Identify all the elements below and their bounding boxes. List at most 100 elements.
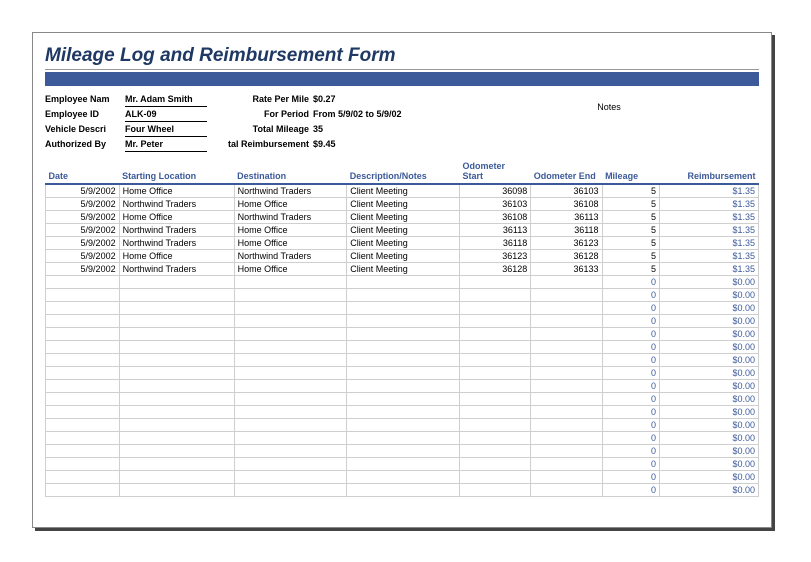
col-header-reimb[interactable]: Reimbursement (660, 158, 759, 184)
cell-date[interactable]: 5/9/2002 (46, 224, 120, 237)
value-employee-id[interactable]: ALK-09 (125, 107, 207, 122)
cell-odometer-start[interactable] (459, 380, 530, 393)
col-header-mileage[interactable]: Mileage (602, 158, 660, 184)
cell-start[interactable] (119, 328, 234, 341)
cell-date[interactable] (46, 302, 120, 315)
cell-date[interactable] (46, 276, 120, 289)
cell-date[interactable]: 5/9/2002 (46, 211, 120, 224)
cell-odometer-start[interactable]: 36103 (459, 198, 530, 211)
col-header-dest[interactable]: Destination (234, 158, 347, 184)
value-vehicle-desc[interactable]: Four Wheel (125, 122, 207, 137)
cell-date[interactable] (46, 445, 120, 458)
cell-odometer-end[interactable] (531, 432, 602, 445)
cell-desc[interactable] (347, 471, 460, 484)
cell-dest[interactable] (234, 276, 347, 289)
cell-start[interactable] (119, 341, 234, 354)
cell-desc[interactable] (347, 328, 460, 341)
cell-desc[interactable] (347, 315, 460, 328)
value-employee-name[interactable]: Mr. Adam Smith (125, 92, 207, 107)
cell-odometer-end[interactable] (531, 354, 602, 367)
cell-dest[interactable] (234, 341, 347, 354)
cell-start[interactable] (119, 471, 234, 484)
cell-start[interactable] (119, 302, 234, 315)
cell-odometer-end[interactable]: 36103 (531, 184, 602, 198)
cell-dest[interactable] (234, 458, 347, 471)
cell-date[interactable]: 5/9/2002 (46, 198, 120, 211)
cell-odometer-end[interactable] (531, 406, 602, 419)
cell-odometer-end[interactable]: 36108 (531, 198, 602, 211)
cell-date[interactable] (46, 341, 120, 354)
cell-start[interactable] (119, 315, 234, 328)
cell-start[interactable]: Home Office (119, 250, 234, 263)
cell-odometer-start[interactable]: 36128 (459, 263, 530, 276)
cell-desc[interactable] (347, 458, 460, 471)
cell-desc[interactable] (347, 354, 460, 367)
cell-date[interactable] (46, 458, 120, 471)
cell-date[interactable] (46, 406, 120, 419)
cell-start[interactable]: Northwind Traders (119, 263, 234, 276)
cell-dest[interactable] (234, 484, 347, 497)
cell-date[interactable] (46, 393, 120, 406)
cell-date[interactable] (46, 432, 120, 445)
cell-dest[interactable]: Northwind Traders (234, 250, 347, 263)
cell-odometer-end[interactable] (531, 315, 602, 328)
cell-odometer-end[interactable] (531, 276, 602, 289)
cell-odometer-start[interactable] (459, 315, 530, 328)
cell-odometer-end[interactable] (531, 484, 602, 497)
cell-start[interactable]: Home Office (119, 211, 234, 224)
cell-odometer-end[interactable]: 36128 (531, 250, 602, 263)
cell-odometer-start[interactable]: 36118 (459, 237, 530, 250)
cell-odometer-start[interactable] (459, 302, 530, 315)
cell-dest[interactable] (234, 302, 347, 315)
cell-dest[interactable]: Northwind Traders (234, 184, 347, 198)
cell-odometer-start[interactable] (459, 471, 530, 484)
cell-odometer-start[interactable] (459, 458, 530, 471)
cell-date[interactable]: 5/9/2002 (46, 250, 120, 263)
cell-desc[interactable] (347, 341, 460, 354)
cell-odometer-start[interactable]: 36123 (459, 250, 530, 263)
cell-start[interactable] (119, 445, 234, 458)
cell-desc[interactable]: Client Meeting (347, 250, 460, 263)
cell-date[interactable] (46, 367, 120, 380)
cell-odometer-end[interactable] (531, 419, 602, 432)
col-header-date[interactable]: Date (46, 158, 120, 184)
cell-start[interactable]: Home Office (119, 184, 234, 198)
cell-date[interactable] (46, 315, 120, 328)
cell-odometer-end[interactable] (531, 341, 602, 354)
cell-desc[interactable] (347, 393, 460, 406)
cell-start[interactable]: Northwind Traders (119, 198, 234, 211)
cell-dest[interactable] (234, 289, 347, 302)
cell-start[interactable] (119, 354, 234, 367)
cell-dest[interactable]: Northwind Traders (234, 211, 347, 224)
cell-desc[interactable] (347, 380, 460, 393)
cell-dest[interactable]: Home Office (234, 237, 347, 250)
cell-desc[interactable]: Client Meeting (347, 198, 460, 211)
cell-start[interactable] (119, 458, 234, 471)
cell-start[interactable] (119, 484, 234, 497)
cell-odometer-end[interactable] (531, 458, 602, 471)
cell-start[interactable] (119, 419, 234, 432)
cell-odometer-end[interactable] (531, 471, 602, 484)
cell-desc[interactable]: Client Meeting (347, 224, 460, 237)
cell-odometer-end[interactable]: 36113 (531, 211, 602, 224)
cell-odometer-start[interactable]: 36108 (459, 211, 530, 224)
cell-date[interactable] (46, 328, 120, 341)
cell-odometer-end[interactable]: 36123 (531, 237, 602, 250)
cell-odometer-start[interactable] (459, 276, 530, 289)
value-period[interactable]: From 5/9/02 to 5/9/02 (313, 107, 459, 122)
cell-odometer-end[interactable] (531, 393, 602, 406)
cell-start[interactable] (119, 289, 234, 302)
cell-odometer-start[interactable] (459, 393, 530, 406)
cell-odometer-end[interactable]: 36118 (531, 224, 602, 237)
cell-dest[interactable] (234, 380, 347, 393)
cell-desc[interactable]: Client Meeting (347, 237, 460, 250)
cell-start[interactable] (119, 367, 234, 380)
cell-date[interactable] (46, 471, 120, 484)
cell-desc[interactable]: Client Meeting (347, 184, 460, 198)
value-rate[interactable]: $0.27 (313, 92, 459, 107)
cell-date[interactable] (46, 419, 120, 432)
cell-dest[interactable]: Home Office (234, 224, 347, 237)
cell-odometer-start[interactable] (459, 419, 530, 432)
cell-dest[interactable] (234, 354, 347, 367)
cell-odometer-end[interactable] (531, 328, 602, 341)
